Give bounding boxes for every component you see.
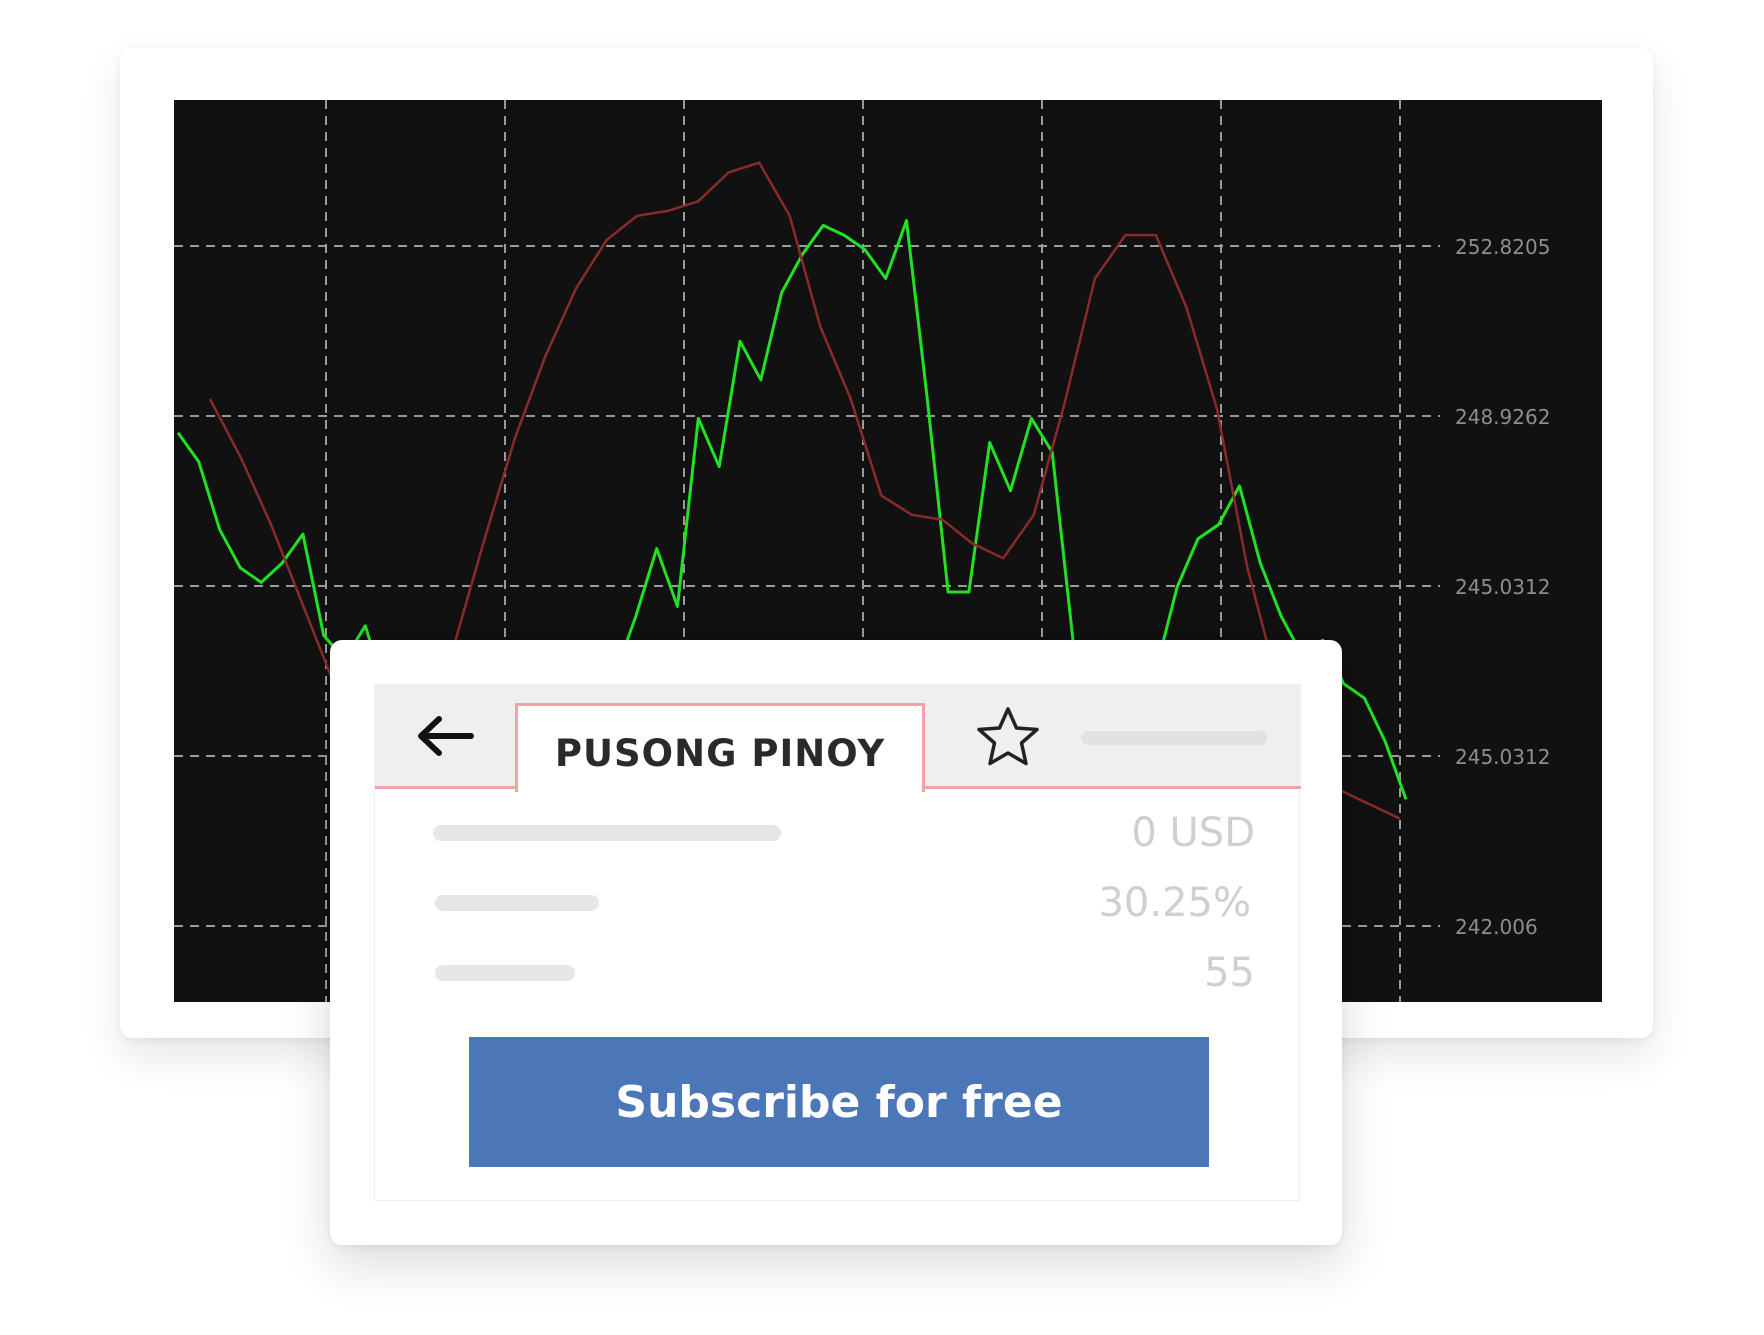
stat-row-funds: 0 USD [375, 803, 1301, 863]
y-tick-label: 252.8205 [1455, 235, 1550, 259]
stat-label-placeholder [433, 825, 781, 841]
tab-bar: PUSONG PINOY [375, 685, 1301, 792]
signal-card: PUSONG PINOY 0 USD 30.25% 55 Subscribe f… [374, 684, 1301, 1201]
tab-placeholder [1081, 731, 1267, 745]
stat-row-subscribers: 55 [375, 943, 1301, 1003]
stat-value: 55 [1204, 950, 1255, 996]
stat-value: 30.25% [1098, 880, 1251, 926]
y-tick-label: 245.0312 [1455, 745, 1550, 769]
stat-label-placeholder [435, 895, 599, 911]
signal-panel: PUSONG PINOY 0 USD 30.25% 55 Subscribe f… [330, 640, 1342, 1245]
stat-value: 0 USD [1131, 810, 1255, 856]
stat-label-placeholder [435, 965, 575, 981]
stat-row-growth: 30.25% [375, 873, 1301, 933]
tab-signal-name[interactable]: PUSONG PINOY [515, 703, 925, 792]
arrow-left-icon [418, 716, 474, 756]
subscribe-button[interactable]: Subscribe for free [469, 1037, 1209, 1167]
signal-name: PUSONG PINOY [554, 731, 886, 775]
y-tick-label: 245.0312 [1455, 575, 1550, 599]
star-icon [977, 707, 1039, 766]
back-button[interactable] [415, 713, 475, 759]
favorite-button[interactable] [975, 705, 1041, 771]
y-tick-label: 242.006 [1455, 915, 1538, 939]
y-tick-label: 248.9262 [1455, 405, 1550, 429]
